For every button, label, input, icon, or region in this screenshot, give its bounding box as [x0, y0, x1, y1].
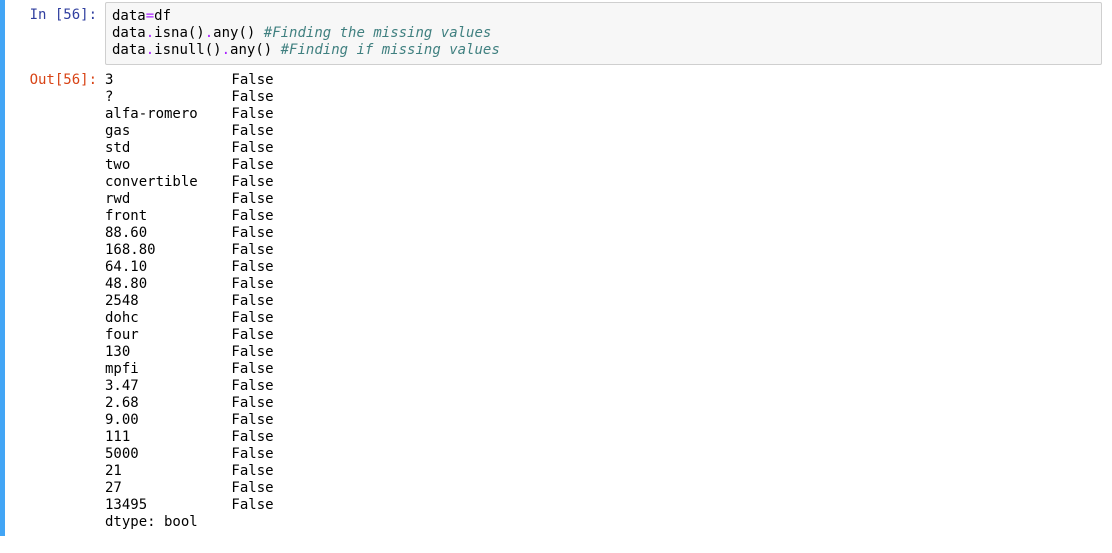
code-token: [255, 25, 263, 41]
code-token: isna: [154, 25, 188, 41]
code-comment: #Finding if missing values: [281, 42, 500, 58]
code-comment: #Finding the missing values: [264, 25, 492, 41]
code-token: [272, 42, 280, 58]
code-token: data: [112, 8, 146, 24]
code-token: data: [112, 42, 146, 58]
output-cell: Out[56]: 3 False ? False alfa-romero Fal…: [0, 67, 1112, 536]
code-token: (): [238, 25, 255, 41]
code-token: (): [188, 25, 205, 41]
input-prompt: In [56]:: [5, 2, 105, 65]
code-token: .: [205, 25, 213, 41]
code-token: .: [222, 42, 230, 58]
code-token: (): [205, 42, 222, 58]
code-token: .: [146, 42, 154, 58]
input-content: data=df data.isna().any() #Finding the m…: [105, 2, 1112, 65]
code-editor[interactable]: data=df data.isna().any() #Finding the m…: [105, 2, 1102, 65]
code-token: isnull: [154, 42, 205, 58]
code-token: .: [146, 25, 154, 41]
output-text: 3 False ? False alfa-romero False gas Fa…: [105, 67, 1102, 531]
code-token: (): [255, 42, 272, 58]
code-token: data: [112, 25, 146, 41]
output-content: 3 False ? False alfa-romero False gas Fa…: [105, 67, 1112, 531]
code-token: any: [213, 25, 238, 41]
code-token: =: [146, 8, 154, 24]
code-token: any: [230, 42, 255, 58]
input-cell: In [56]: data=df data.isna().any() #Find…: [0, 0, 1112, 67]
output-prompt: Out[56]:: [5, 67, 105, 531]
code-token: df: [154, 8, 171, 24]
